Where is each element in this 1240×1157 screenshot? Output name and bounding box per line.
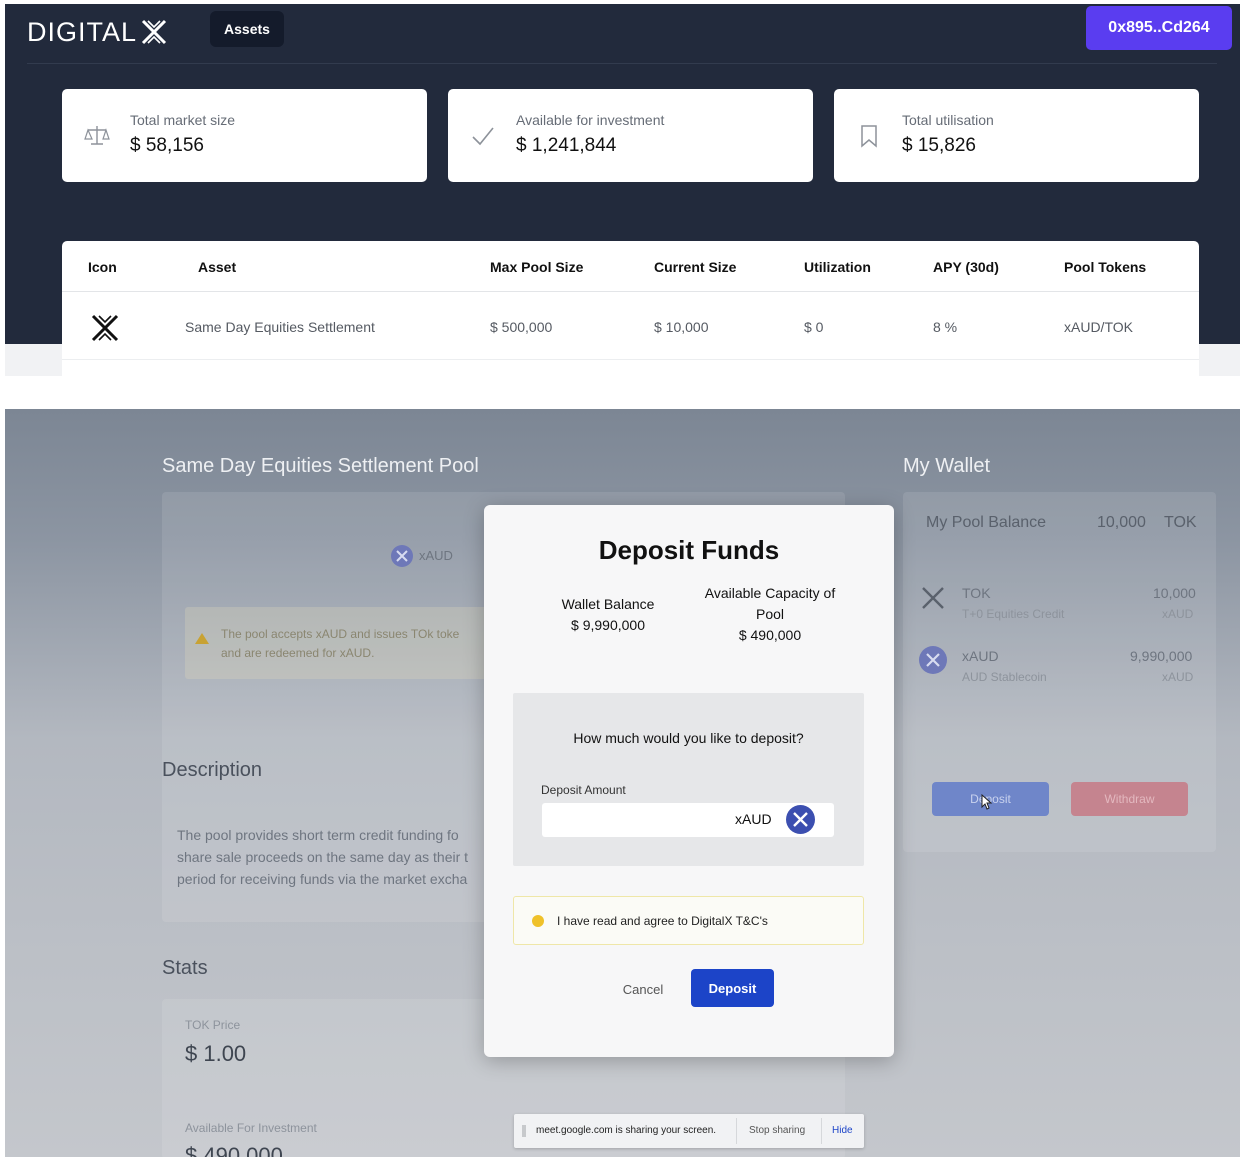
xaud-coin-icon	[391, 545, 413, 567]
drag-handle-icon[interactable]	[522, 1125, 526, 1137]
deposit-amount-label: Deposit Amount	[541, 783, 626, 797]
pool-balance-value: 10,000	[1097, 514, 1146, 531]
stat-card-available-for-investment: Available for investment $ 1,241,844	[448, 89, 813, 182]
nav-tab-assets[interactable]: Assets	[210, 11, 284, 47]
available-for-investment-value: $ 490,000	[185, 1143, 283, 1157]
description-text: The pool provides short term credit fund…	[177, 827, 469, 887]
wallet-address-button[interactable]: 0x895..Cd264	[1086, 6, 1232, 50]
pool-page-with-deposit-modal: Same Day Equities Settlement Pool xAUD T…	[5, 409, 1240, 1157]
description-heading: Description	[162, 759, 263, 781]
digitalx-x-icon	[922, 587, 944, 609]
column-header-utilization[interactable]: Utilization	[804, 259, 871, 275]
capacity-label-2: Pool	[755, 606, 785, 622]
wallet-asset-name: TOK	[962, 585, 991, 601]
modal-title: Deposit Funds	[598, 535, 780, 565]
stat-label: Total utilisation	[902, 112, 994, 128]
stat-label: Total market size	[130, 112, 236, 128]
wallet-asset-unit: xAUD	[1162, 670, 1194, 684]
pool-title: Same Day Equities Settlement Pool	[162, 455, 479, 477]
table-row-utilization: $ 0	[804, 319, 824, 335]
capacity-value: $ 490,000	[738, 627, 802, 643]
sharing-status-text: meet.google.com is sharing your screen.	[536, 1125, 717, 1136]
hide-button[interactable]: Hide	[832, 1125, 853, 1136]
divider	[736, 1118, 737, 1144]
column-header-asset[interactable]: Asset	[198, 259, 236, 275]
pool-capacity-summary: Available Capacity of Pool $ 490,000	[690, 583, 850, 646]
table-row-max-pool-size: $ 500,000	[490, 319, 553, 335]
wallet-withdraw-button[interactable]: Withdraw	[1071, 782, 1188, 816]
wallet-asset-amount: 9,990,000	[1130, 648, 1193, 664]
stop-sharing-button[interactable]: Stop sharing	[749, 1125, 805, 1136]
terms-text: I have read and agree to DigitalX T&C's	[557, 914, 768, 928]
column-header-apy[interactable]: APY (30d)	[933, 259, 999, 275]
wallet-asset-amount: 10,000	[1153, 585, 1196, 601]
table-row-current-size: $ 10,000	[654, 319, 709, 335]
wallet-balance-value: $ 9,990,000	[571, 617, 645, 633]
terms-checkbox-indicator[interactable]	[532, 915, 544, 927]
digitalx-x-icon	[91, 314, 119, 342]
pool-coin-label: xAUD	[419, 548, 453, 563]
header-divider	[27, 63, 1217, 64]
deposit-amount-unit: xAUD	[735, 811, 772, 827]
wallet-asset-sub: T+0 Equities Credit	[962, 607, 1065, 621]
stat-value: $ 1,241,844	[516, 135, 617, 156]
pool-balance-unit: TOK	[1164, 514, 1197, 531]
divider	[821, 1118, 822, 1144]
my-wallet-heading: My Wallet	[903, 455, 991, 477]
deposit-question: How much would you like to deposit?	[573, 730, 804, 746]
column-header-pool-tokens[interactable]: Pool Tokens	[1064, 259, 1146, 275]
table-row-pool-tokens: xAUD/TOK	[1064, 319, 1133, 335]
column-header-max-pool-size[interactable]: Max Pool Size	[490, 259, 583, 275]
logo-text: DIGITAL	[27, 16, 138, 47]
warning-icon	[195, 633, 209, 644]
deposit-funds-modal: Deposit Funds Wallet Balance $ 9,990,000…	[484, 505, 894, 1057]
stat-value: $ 15,826	[902, 135, 976, 156]
cancel-button[interactable]: Cancel	[604, 971, 682, 1007]
tok-price-value: $ 1.00	[185, 1041, 247, 1066]
terms-agreement[interactable]: I have read and agree to DigitalX T&C's	[513, 896, 864, 945]
table-row-asset[interactable]: Same Day Equities Settlement	[185, 319, 375, 335]
bookmark-icon	[861, 125, 877, 148]
scale-icon	[84, 126, 110, 145]
wallet-asset-sub: AUD Stablecoin	[962, 670, 1047, 684]
digitalx-x-icon	[141, 19, 167, 45]
wallet-balance-summary: Wallet Balance $ 9,990,000	[546, 594, 670, 636]
xaud-coin-icon	[786, 805, 815, 834]
stat-label: Available for investment	[516, 112, 665, 128]
table-row-apy: 8 %	[933, 319, 958, 335]
screenshot-collage: DIGITAL Assets 0x895..Cd264 Total market…	[0, 0, 1240, 1157]
tok-price-label: TOK Price	[185, 1018, 241, 1032]
digitalx-logo[interactable]: DIGITAL	[27, 12, 168, 52]
stats-heading: Stats	[162, 957, 208, 979]
table-header: Icon Asset Max Pool Size Current Size Ut…	[62, 241, 1199, 292]
stat-value: $ 58,156	[130, 135, 204, 156]
assets-dashboard: DIGITAL Assets 0x895..Cd264 Total market…	[5, 4, 1240, 376]
assets-table: Icon Asset Max Pool Size Current Size Ut…	[62, 241, 1199, 376]
wallet-balance-label: Wallet Balance	[561, 596, 655, 612]
available-for-investment-label: Available For Investment	[185, 1121, 317, 1135]
stat-card-total-market-size: Total market size $ 58,156	[62, 89, 427, 182]
check-icon	[472, 127, 494, 146]
deposit-button[interactable]: Deposit	[691, 969, 774, 1007]
pool-notice-text: The pool accepts xAUD and issues TOk tok…	[221, 627, 460, 660]
wallet-asset-unit: xAUD	[1162, 607, 1194, 621]
mouse-cursor-icon	[981, 794, 993, 810]
capacity-label: Available Capacity of	[704, 585, 836, 601]
deposit-amount-section: How much would you like to deposit? Depo…	[513, 693, 864, 866]
row-divider	[62, 359, 1199, 360]
column-header-icon[interactable]: Icon	[88, 259, 117, 275]
column-header-current-size[interactable]: Current Size	[654, 259, 736, 275]
stat-card-total-utilisation: Total utilisation $ 15,826	[834, 89, 1199, 182]
xaud-coin-icon	[919, 646, 947, 674]
screen-sharing-bar: meet.google.com is sharing your screen. …	[514, 1114, 864, 1148]
wallet-asset-name: xAUD	[962, 648, 999, 664]
pool-balance-label: My Pool Balance	[926, 514, 1047, 531]
